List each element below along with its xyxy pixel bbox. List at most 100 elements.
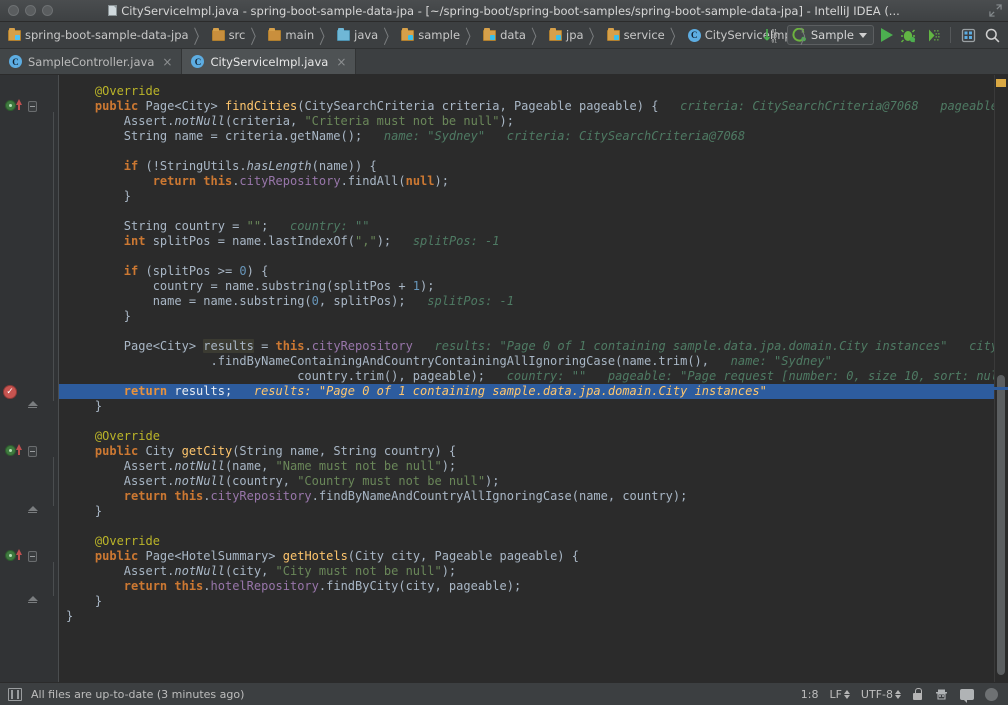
- code-line[interactable]: country.trim(), pageable); country: "" p…: [59, 369, 994, 384]
- debug-icon[interactable]: [900, 27, 917, 44]
- sort-icon[interactable]: 01 10 01: [763, 27, 780, 44]
- code-token: notNull: [174, 474, 225, 488]
- code-line[interactable]: return this.cityRepository.findByNameAnd…: [59, 489, 994, 504]
- breadcrumb-item-jpa[interactable]: jpa: [549, 28, 584, 42]
- breadcrumb-item-service[interactable]: service: [607, 28, 665, 42]
- code-line[interactable]: }: [59, 189, 994, 204]
- breadcrumb-item-sample[interactable]: sample: [401, 28, 460, 42]
- code-line[interactable]: public Page<City> findCities(CitySearchC…: [59, 99, 994, 114]
- code-line[interactable]: .findByNameContainingAndCountryContainin…: [59, 354, 994, 369]
- override-method-icon[interactable]: [5, 550, 16, 561]
- breadcrumb-item-data[interactable]: data: [483, 28, 526, 42]
- code-line[interactable]: int splitPos = name.lastIndexOf(","); sp…: [59, 234, 994, 249]
- run-coverage-icon[interactable]: [924, 27, 941, 44]
- code-line[interactable]: }: [59, 309, 994, 324]
- code-indent: [66, 174, 153, 188]
- search-everywhere-icon[interactable]: [984, 27, 1001, 44]
- breadcrumb-item-src[interactable]: src: [212, 28, 246, 42]
- tab-city-service-impl[interactable]: C CityServiceImpl.java ×: [182, 49, 356, 74]
- source-code[interactable]: @Override public Page<City> findCities(C…: [59, 75, 994, 624]
- code-token: .: [203, 579, 210, 593]
- code-line[interactable]: name = name.substring(0, splitPos); spli…: [59, 294, 994, 309]
- fold-collapse-icon[interactable]: [28, 446, 37, 457]
- editor-gutter-icons-area[interactable]: ✓: [0, 75, 22, 682]
- code-indent: [66, 549, 95, 563]
- code-line[interactable]: String country = ""; country: "": [59, 219, 994, 234]
- warning-marker-icon[interactable]: [996, 79, 1006, 87]
- code-line[interactable]: if (splitPos >= 0) {: [59, 264, 994, 279]
- editor-scrollbar-thumb[interactable]: [997, 375, 1005, 675]
- code-token: Page<HotelSummary>: [145, 549, 282, 563]
- code-line[interactable]: @Override: [59, 84, 994, 99]
- code-line[interactable]: Assert.notNull(country, "Country must no…: [59, 474, 994, 489]
- code-token: name = name.substring(: [153, 294, 312, 308]
- editor-fold-gutter[interactable]: [22, 75, 58, 682]
- code-line[interactable]: [59, 204, 994, 219]
- fold-end-icon[interactable]: [28, 596, 37, 607]
- encoding-selector[interactable]: UTF-8: [861, 688, 901, 701]
- build-project-icon[interactable]: [960, 27, 977, 44]
- breadcrumb-item-main[interactable]: main: [268, 28, 314, 42]
- background-tasks-icon[interactable]: [985, 688, 998, 701]
- code-line[interactable]: [59, 144, 994, 159]
- code-line[interactable]: Assert.notNull(criteria, "Criteria must …: [59, 114, 994, 129]
- code-line[interactable]: }: [59, 609, 994, 624]
- code-line[interactable]: return results; results: "Page 0 of 1 co…: [59, 384, 994, 399]
- override-method-icon[interactable]: [5, 100, 16, 111]
- code-line[interactable]: Assert.notNull(city, "City must not be n…: [59, 564, 994, 579]
- close-icon[interactable]: ×: [336, 55, 346, 69]
- hector-inspection-icon[interactable]: [934, 687, 949, 701]
- fold-end-icon[interactable]: [28, 401, 37, 412]
- code-text-area[interactable]: @Override public Page<City> findCities(C…: [59, 75, 994, 682]
- fullscreen-icon[interactable]: [989, 4, 1002, 17]
- code-line[interactable]: [59, 519, 994, 534]
- code-line[interactable]: Assert.notNull(name, "Name must not be n…: [59, 459, 994, 474]
- zoom-icon[interactable]: [42, 5, 53, 16]
- code-indent: [66, 579, 124, 593]
- code-line[interactable]: String name = criteria.getName(); name: …: [59, 129, 994, 144]
- code-line[interactable]: }: [59, 594, 994, 609]
- code-line[interactable]: country = name.substring(splitPos + 1);: [59, 279, 994, 294]
- code-line[interactable]: }: [59, 504, 994, 519]
- minimize-icon[interactable]: [25, 5, 36, 16]
- inlay-hint: country: "": [485, 369, 586, 383]
- code-line[interactable]: return this.hotelRepository.findByCity(c…: [59, 579, 994, 594]
- vcs-status-icon[interactable]: [8, 688, 22, 701]
- chevron-down-icon[interactable]: [859, 33, 867, 38]
- selected-line-marker[interactable]: [994, 387, 1008, 390]
- close-icon[interactable]: [8, 5, 19, 16]
- event-log-icon[interactable]: [960, 689, 974, 700]
- caret-position[interactable]: 1:8: [801, 688, 819, 701]
- code-line[interactable]: [59, 324, 994, 339]
- fold-collapse-icon[interactable]: [28, 101, 37, 112]
- code-line[interactable]: [59, 249, 994, 264]
- breadcrumb-item-java[interactable]: java: [337, 28, 378, 42]
- override-method-icon[interactable]: [5, 445, 16, 456]
- run-icon[interactable]: [881, 28, 893, 42]
- code-line[interactable]: return this.cityRepository.findAll(null)…: [59, 174, 994, 189]
- tab-sample-controller[interactable]: C SampleController.java ×: [0, 49, 182, 74]
- code-line[interactable]: public City getCity(String name, String …: [59, 444, 994, 459]
- read-only-lock-icon[interactable]: [912, 688, 923, 700]
- fold-end-icon[interactable]: [28, 506, 37, 517]
- inlay-hint: splitPos: -1: [406, 294, 514, 308]
- window-controls[interactable]: [0, 5, 53, 16]
- line-separator-selector[interactable]: LF: [829, 688, 849, 701]
- code-line[interactable]: }: [59, 399, 994, 414]
- code-editor[interactable]: ✓ @Override public Page<City> findCities…: [0, 75, 1008, 682]
- code-line[interactable]: @Override: [59, 534, 994, 549]
- code-token: .findByNameAndCountryAllIgnoringCase(nam…: [312, 489, 688, 503]
- code-token: , splitPos);: [319, 294, 406, 308]
- code-line[interactable]: if (!StringUtils.hasLength(name)) {: [59, 159, 994, 174]
- breadcrumb-item-project[interactable]: spring-boot-sample-data-jpa: [8, 28, 189, 42]
- code-line[interactable]: public Page<HotelSummary> getHotels(City…: [59, 549, 994, 564]
- code-token: int: [124, 234, 146, 248]
- code-line[interactable]: Page<City> results = this.cityRepository…: [59, 339, 994, 354]
- close-icon[interactable]: ×: [162, 55, 172, 69]
- code-token: (city,: [225, 564, 276, 578]
- error-marker-track[interactable]: [994, 75, 1008, 682]
- fold-collapse-icon[interactable]: [28, 551, 37, 562]
- code-line[interactable]: @Override: [59, 429, 994, 444]
- code-line[interactable]: [59, 414, 994, 429]
- breakpoint-verified-icon[interactable]: ✓: [3, 385, 17, 399]
